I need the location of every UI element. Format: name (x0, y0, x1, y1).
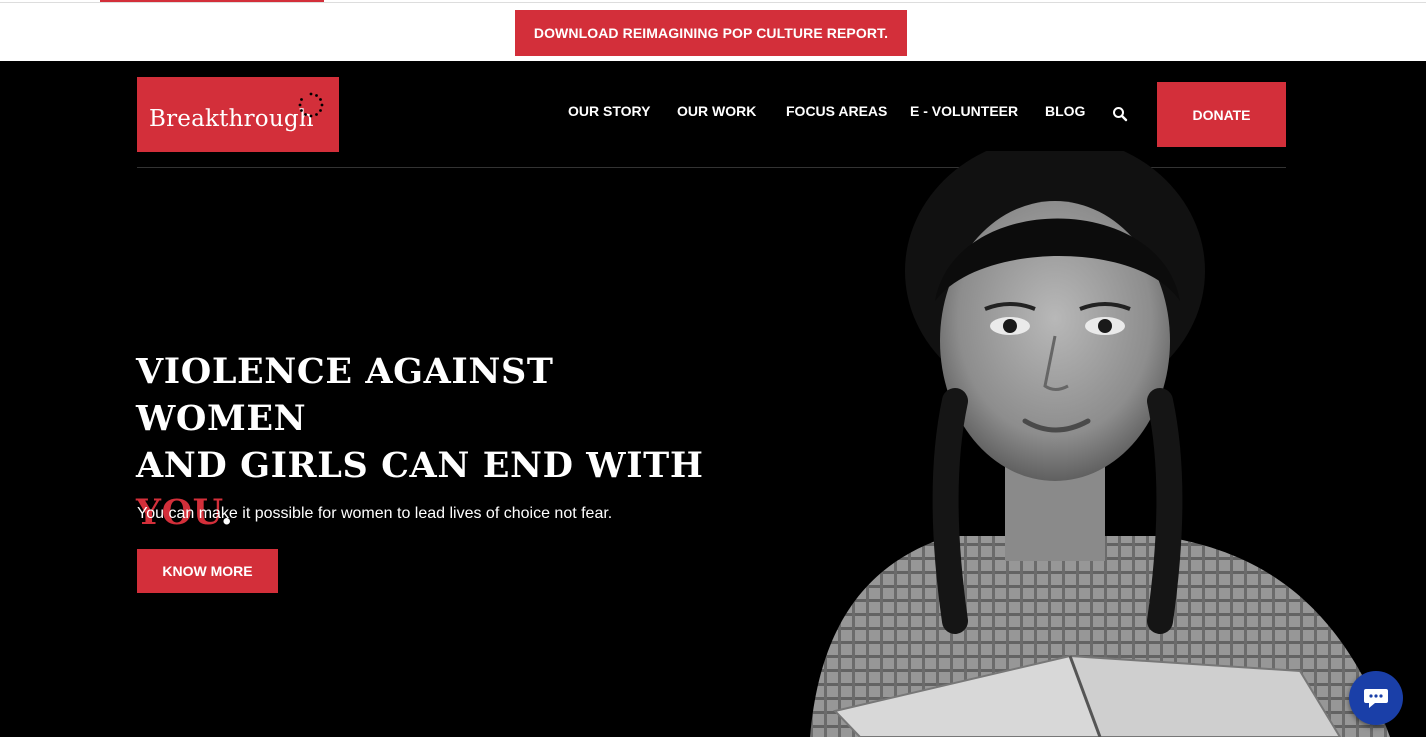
nav-blog[interactable]: BLOG (1045, 103, 1085, 119)
hero-section: Breakthrough OUR STORY OUR WORK FOCUS AR… (0, 61, 1426, 737)
search-icon[interactable] (1112, 106, 1128, 122)
download-report-button[interactable]: DOWNLOAD REIMAGINING POP CULTURE REPORT. (515, 10, 907, 56)
chat-icon (1364, 689, 1388, 708)
headline-line-1: VIOLENCE AGAINST WOMEN (136, 351, 554, 439)
hero-portrait-image (810, 151, 1390, 737)
chat-button[interactable] (1349, 671, 1403, 725)
divider (0, 2, 1426, 3)
nav-our-story[interactable]: OUR STORY (568, 103, 650, 119)
hero-subtext: You can make it possible for women to le… (137, 505, 613, 522)
nav-our-work[interactable]: OUR WORK (677, 103, 756, 119)
nav-e-volunteer[interactable]: E - VOLUNTEER (910, 103, 1018, 119)
logo-ring-icon (298, 92, 324, 118)
headline-line-2: AND GIRLS CAN END WITH (136, 445, 704, 486)
nav-focus-areas[interactable]: FOCUS AREAS (786, 103, 887, 119)
logo-text: Breakthrough (149, 106, 314, 132)
breakthrough-logo[interactable]: Breakthrough (137, 77, 339, 152)
announcement-bar: DOWNLOAD REIMAGINING POP CULTURE REPORT. (0, 0, 1426, 61)
know-more-button[interactable]: KNOW MORE (137, 549, 278, 593)
donate-button[interactable]: DONATE (1157, 82, 1286, 147)
